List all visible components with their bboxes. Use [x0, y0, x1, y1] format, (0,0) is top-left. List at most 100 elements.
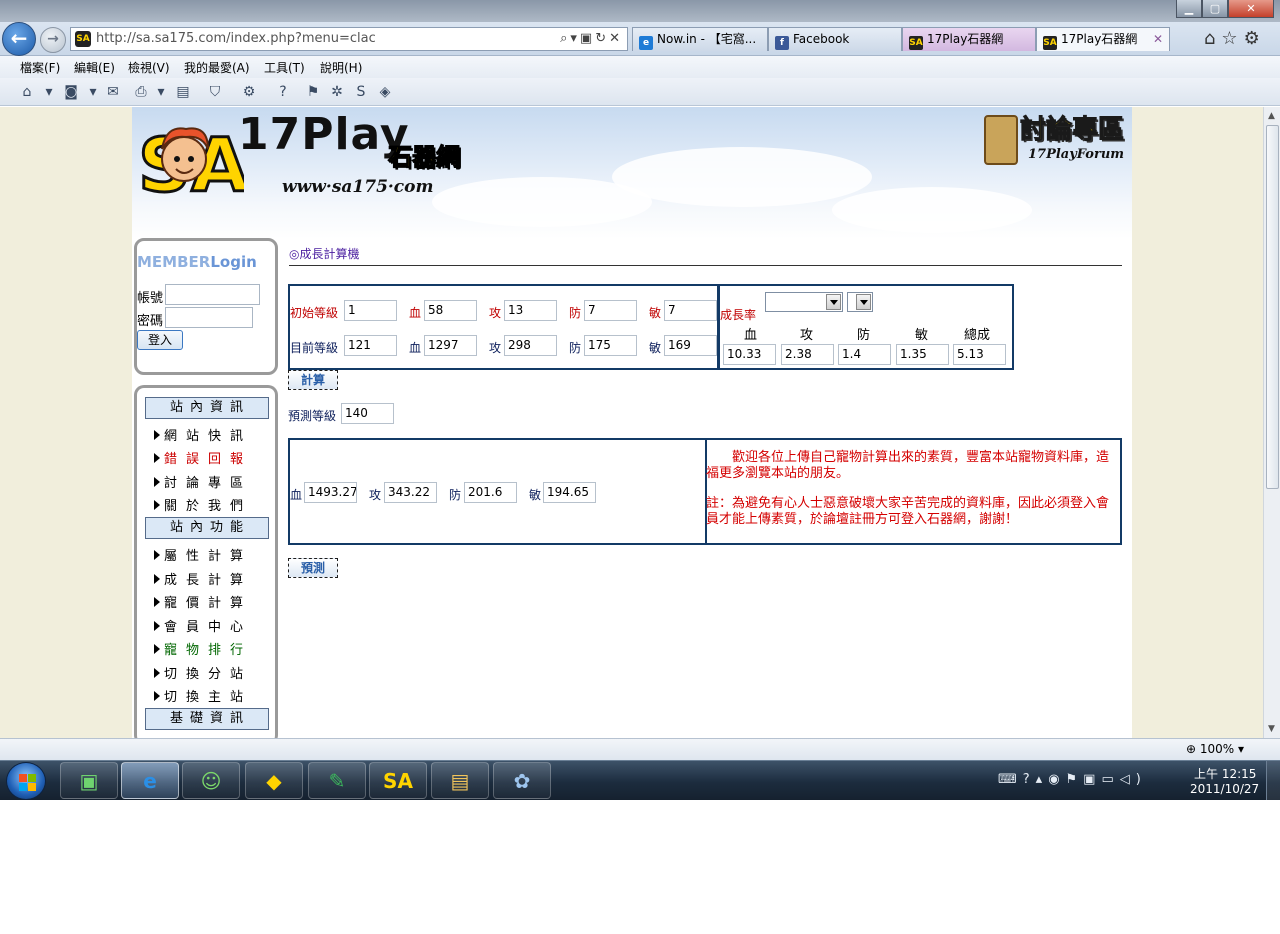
arrow-right-icon	[154, 597, 160, 607]
password-input[interactable]	[165, 307, 253, 328]
addon-icon[interactable]: ⚑	[304, 83, 322, 101]
taskbar-paint-app[interactable]: ✎	[308, 762, 366, 799]
start-agi-input[interactable]: 7	[664, 300, 717, 321]
sidebar-item-news[interactable]: 網站快訊	[154, 425, 252, 444]
growth-def-input[interactable]: 1.4	[838, 344, 891, 365]
scrollbar-thumb[interactable]	[1266, 125, 1279, 489]
show-desktop-button[interactable]	[1266, 761, 1280, 800]
scroll-up-icon[interactable]: ▲	[1268, 111, 1275, 121]
home-favorites-tools-icons[interactable]: ⌂☆⚙	[1204, 28, 1266, 49]
calculate-button[interactable]: 計算	[288, 370, 338, 390]
dropdown-icon[interactable]: ▾	[84, 83, 102, 101]
taskbar-monitor-app[interactable]: ▣	[60, 762, 118, 799]
sidebar-item-switch-main[interactable]: 切換主站	[154, 686, 252, 705]
menu-edit[interactable]: 編輯(E)	[74, 59, 115, 76]
maximize-button[interactable]: ▢	[1202, 0, 1228, 18]
menu-file[interactable]: 檔案(F)	[20, 59, 60, 76]
start-level-input[interactable]: 1	[344, 300, 397, 321]
scroll-down-icon[interactable]: ▼	[1268, 724, 1275, 734]
sidebar-item-attribute-calc[interactable]: 屬性計算	[154, 545, 252, 564]
taskbar-stone-age-game[interactable]: SA	[369, 762, 427, 799]
current-def-input[interactable]: 175	[584, 335, 637, 356]
skype-icon[interactable]: S	[352, 83, 370, 101]
login-button[interactable]: 登入	[137, 330, 183, 350]
menu-favorites[interactable]: 我的最愛(A)	[184, 59, 250, 76]
close-tab-icon[interactable]: ✕	[1153, 28, 1163, 50]
back-button[interactable]: ←	[2, 22, 36, 56]
sidebar-item-switch-branch[interactable]: 切換分站	[154, 663, 252, 682]
address-tools-icons[interactable]: ⌕▾▣↻✕	[560, 31, 623, 46]
account-input[interactable]	[165, 284, 260, 305]
browser-tab-facebook[interactable]: f Facebook	[768, 27, 902, 51]
predict-button[interactable]: 預測	[288, 558, 338, 578]
sidebar-item-label: 關於我們	[164, 499, 253, 514]
dropdown-icon[interactable]: ▾	[40, 83, 58, 101]
page-icon[interactable]: ▤	[174, 83, 192, 101]
clock-date[interactable]: 2011/10/27	[1190, 782, 1259, 796]
dropdown-icon[interactable]: ▾	[152, 83, 170, 101]
current-agi-input[interactable]: 169	[664, 335, 717, 356]
growth-atk-input[interactable]: 2.38	[781, 344, 834, 365]
zoom-control[interactable]: ⊕ 100% ▾	[1186, 742, 1244, 756]
browser-tab-nowin[interactable]: e Now.in - 【宅窩...	[632, 27, 768, 51]
start-hp-input[interactable]: 58	[424, 300, 477, 321]
result-hp-value[interactable]: 1493.27	[304, 482, 357, 503]
pet-variant-select[interactable]	[847, 292, 873, 312]
help-icon[interactable]: ?	[274, 83, 292, 101]
tools-icon[interactable]: ⚙	[240, 83, 258, 101]
feeds-icon[interactable]: ◙	[62, 83, 80, 101]
site-logo-text[interactable]: 17Play	[238, 109, 410, 160]
current-hp-input[interactable]: 1297	[424, 335, 477, 356]
result-agi-value[interactable]: 194.65	[543, 482, 596, 503]
minimize-button[interactable]: ▁	[1176, 0, 1202, 18]
sidebar-item-report-error[interactable]: 錯誤回報	[154, 448, 252, 467]
close-window-button[interactable]: ✕	[1228, 0, 1274, 18]
taskbar-paint-palette[interactable]: ✿	[493, 762, 551, 799]
browser-tab-17play-active[interactable]: SA 17Play石器網 ✕	[1036, 27, 1170, 51]
tab-label: 17Play石器網	[927, 32, 1004, 46]
taskbar-messenger-app[interactable]: ☺	[182, 762, 240, 799]
system-tray-icons[interactable]: ⌨?▴◉⚑▣▭◁)	[998, 772, 1147, 787]
sidebar-item-pet-ranking[interactable]: 寵物排行	[154, 639, 252, 658]
settings-icon[interactable]: ✲	[328, 83, 346, 101]
site-logo-url: www·sa175·com	[282, 177, 434, 197]
sidebar-item-forum[interactable]: 討論專區	[154, 472, 252, 491]
growth-total-input[interactable]: 5.13	[953, 344, 1006, 365]
menu-tools[interactable]: 工具(T)	[264, 59, 305, 76]
sidebar-item-member-center[interactable]: 會員中心	[154, 616, 252, 635]
cloud	[832, 187, 1032, 233]
start-atk-input[interactable]: 13	[504, 300, 557, 321]
address-bar[interactable]: SA http://sa.sa175.com/index.php?menu=cl…	[70, 27, 628, 51]
menu-help[interactable]: 說明(H)	[320, 59, 362, 76]
start-button[interactable]	[6, 762, 46, 800]
growth-hp-input[interactable]: 10.33	[723, 344, 776, 365]
current-level-input[interactable]: 121	[344, 335, 397, 356]
sidebar-item-growth-calc[interactable]: 成長計算	[154, 569, 252, 588]
clock-time[interactable]: 上午 12:15	[1194, 765, 1256, 782]
predict-level-input[interactable]: 140	[341, 403, 394, 424]
result-def-value[interactable]: 201.6	[464, 482, 517, 503]
forum-link-badge[interactable]: 討論專區 17PlayForum	[984, 109, 1132, 169]
safety-icon[interactable]: ⛉	[206, 83, 224, 101]
home-icon[interactable]: ⌂	[18, 83, 36, 101]
browser-tab-17play[interactable]: SA 17Play石器網	[902, 27, 1036, 51]
forum-board-icon	[984, 115, 1018, 165]
pet-select[interactable]	[765, 292, 843, 312]
taskbar-kakao-app[interactable]: ◆	[245, 762, 303, 799]
url-text[interactable]: http://sa.sa175.com/index.php?menu=clac	[96, 31, 376, 46]
account-label: 帳號	[137, 291, 164, 306]
vertical-scrollbar[interactable]: ▲ ▼	[1263, 107, 1280, 738]
start-def-input[interactable]: 7	[584, 300, 637, 321]
mail-icon[interactable]: ✉	[104, 83, 122, 101]
sidebar-item-about[interactable]: 關於我們	[154, 495, 252, 514]
research-icon[interactable]: ◈	[376, 83, 394, 101]
print-icon[interactable]: ⎙	[132, 83, 150, 101]
taskbar-internet-explorer[interactable]: e	[121, 762, 179, 799]
forward-button[interactable]: →	[40, 27, 66, 53]
taskbar-explorer-folder[interactable]: ▤	[431, 762, 489, 799]
growth-agi-input[interactable]: 1.35	[896, 344, 949, 365]
current-atk-input[interactable]: 298	[504, 335, 557, 356]
result-atk-value[interactable]: 343.22	[384, 482, 437, 503]
sidebar-item-pet-price-calc[interactable]: 寵價計算	[154, 592, 252, 611]
menu-view[interactable]: 檢視(V)	[128, 59, 170, 76]
